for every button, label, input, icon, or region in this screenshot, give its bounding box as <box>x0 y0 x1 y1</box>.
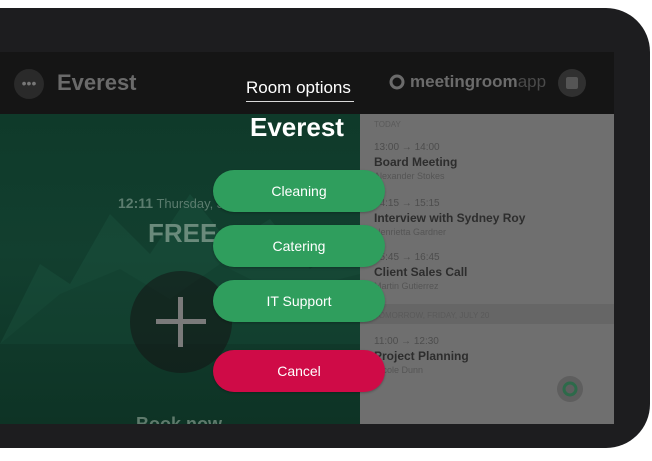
book-now-label[interactable]: Book now <box>136 414 222 424</box>
app-logo-glyph <box>562 381 578 397</box>
calendar-icon[interactable] <box>558 69 586 97</box>
event-item[interactable]: 14:15 → 15:15 Interview with Sydney Roy … <box>374 198 525 237</box>
event-time: 14:15 → 15:15 <box>374 198 440 209</box>
brand-light: app <box>517 72 547 91</box>
modal-title: Room options <box>246 78 351 97</box>
event-person: Martin Gutierrez <box>374 281 439 291</box>
cancel-button[interactable]: Cancel <box>213 350 385 392</box>
event-item[interactable]: 15:45 → 16:45 Client Sales Call Martin G… <box>374 252 467 291</box>
screen: ••• Everest meetingroomapp 12:11 Thursda… <box>0 52 614 424</box>
meetingroomapp-logo-icon <box>389 74 405 90</box>
app-logo-icon[interactable] <box>557 376 583 402</box>
event-name: Board Meeting <box>374 155 458 169</box>
event-item[interactable]: 11:00 → 12:30 Project Planning Nicole Du… <box>374 336 469 375</box>
brand-bold: meetingroom <box>410 72 518 91</box>
time-value: 12:11 <box>118 195 154 211</box>
room-status: FREE <box>148 218 218 248</box>
event-time: 15:45 → 16:45 <box>374 252 440 263</box>
brand-name: meetingroomapp <box>410 72 546 92</box>
it-support-button[interactable]: IT Support <box>213 280 385 322</box>
today-label: TODAY <box>374 120 401 129</box>
event-person: Henrietta Gardner <box>374 227 447 237</box>
event-name: Project Planning <box>374 349 469 363</box>
more-icon[interactable]: ••• <box>14 69 44 99</box>
schedule-panel: TODAY 13:00 → 14:00 Board Meeting Alexan… <box>360 114 614 424</box>
event-time: 11:00 → 12:30 <box>374 336 439 347</box>
title-underline <box>246 101 354 102</box>
event-name: Client Sales Call <box>374 265 468 279</box>
tomorrow-label: TOMORROW, FRIDAY, JULY 20 <box>374 311 490 320</box>
event-person: Alexander Stokes <box>374 171 445 181</box>
event-time: 13:00 → 14:00 <box>374 142 440 153</box>
catering-button[interactable]: Catering <box>213 225 385 267</box>
modal-room-name: Everest <box>250 112 344 142</box>
room-name: Everest <box>57 70 137 95</box>
cleaning-button[interactable]: Cleaning <box>213 170 385 212</box>
event-name: Interview with Sydney Roy <box>374 211 526 225</box>
event-person: Nicole Dunn <box>374 365 424 375</box>
event-item[interactable]: 13:00 → 14:00 Board Meeting Alexander St… <box>374 142 457 181</box>
